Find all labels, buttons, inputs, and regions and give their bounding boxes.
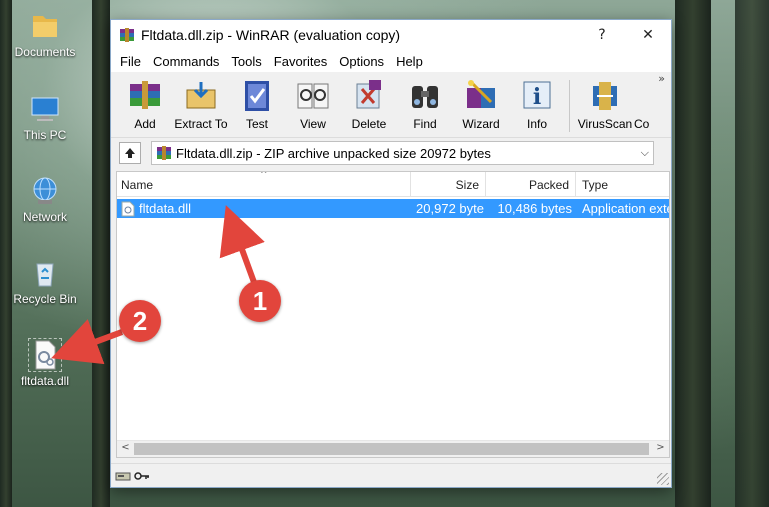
toolbar-separator: [569, 80, 570, 132]
info-icon: i: [519, 78, 555, 114]
extract-to-icon: [183, 78, 219, 114]
desktop-icon-network[interactable]: Network: [5, 175, 85, 224]
winrar-app-icon: [119, 27, 135, 43]
toolbar-find-button[interactable]: Find: [397, 76, 453, 131]
svg-text:i: i: [533, 84, 541, 110]
desktop-icon-label: fltdata.dll: [20, 374, 70, 388]
column-header-type[interactable]: Type: [576, 172, 669, 197]
column-header-size[interactable]: Size: [411, 172, 486, 197]
wizard-icon: [463, 78, 499, 114]
background-tree: [92, 0, 110, 507]
desktop-icon-documents[interactable]: Documents: [5, 10, 85, 59]
archive-path-combobox[interactable]: Fltdata.dll.zip - ZIP archive unpacked s…: [151, 141, 654, 165]
scroll-left-arrow-icon[interactable]: <: [117, 442, 134, 453]
menu-tools[interactable]: Tools: [225, 54, 267, 69]
horizontal-scrollbar[interactable]: < >: [117, 440, 669, 457]
winrar-window: Fltdata.dll.zip - WinRAR (evaluation cop…: [110, 19, 672, 488]
computer-icon: [29, 93, 61, 125]
folder-icon: [29, 10, 61, 42]
comment-icon: [634, 78, 650, 114]
annotation-badge-1: 1: [239, 280, 281, 322]
delete-icon: [351, 78, 387, 114]
background-tree: [0, 0, 12, 507]
find-icon: [407, 78, 443, 114]
toolbar-virusscan-button[interactable]: VirusScan: [576, 76, 634, 131]
menu-commands[interactable]: Commands: [147, 54, 225, 69]
table-row[interactable]: fltdata.dll 20,972 byte 10,486 bytes App…: [117, 199, 669, 218]
desktop-icon-label: Documents: [14, 45, 76, 59]
toolbar: Add Extract To Test View Delete Find Wiz…: [111, 72, 671, 138]
toolbar-delete-button[interactable]: Delete: [341, 76, 397, 131]
dll-file-icon: [28, 338, 62, 372]
title-bar[interactable]: Fltdata.dll.zip - WinRAR (evaluation cop…: [111, 20, 671, 50]
view-icon: [295, 78, 331, 114]
toolbar-test-button[interactable]: Test: [229, 76, 285, 131]
file-name-cell: fltdata.dll: [117, 201, 411, 217]
archive-path-text: Fltdata.dll.zip - ZIP archive unpacked s…: [176, 145, 491, 161]
file-size-cell: 20,972 byte: [416, 201, 484, 216]
desktop-icon-label: Recycle Bin: [13, 292, 77, 306]
up-arrow-icon: [125, 148, 135, 158]
desktop-icon-label: This PC: [23, 128, 67, 142]
file-packed-cell: 10,486 bytes: [497, 201, 572, 216]
status-bar: [111, 463, 671, 487]
desktop-icon-recycle-bin[interactable]: Recycle Bin: [5, 257, 85, 306]
file-list: ^ Name Size Packed Type fltdata.dll 20,9…: [116, 171, 670, 458]
menu-help[interactable]: Help: [390, 54, 429, 69]
desktop-icon-label: Network: [22, 210, 67, 224]
file-list-header: ^ Name Size Packed Type: [117, 172, 669, 197]
sort-ascending-icon: ^: [260, 171, 268, 180]
menu-bar: File Commands Tools Favorites Options He…: [111, 50, 671, 72]
toolbar-comment-button[interactable]: Co: [634, 76, 650, 131]
dll-file-icon: [121, 201, 135, 216]
scrollbar-thumb[interactable]: [134, 443, 649, 455]
desktop-icon-fltdata-dll[interactable]: fltdata.dll: [5, 338, 85, 388]
menu-options[interactable]: Options: [333, 54, 390, 69]
toolbar-view-button[interactable]: View: [285, 76, 341, 131]
test-icon: [239, 78, 275, 114]
desktop-icon-this-pc[interactable]: This PC: [5, 93, 85, 142]
background-tree: [735, 0, 769, 507]
toolbar-wizard-button[interactable]: Wizard: [453, 76, 509, 131]
up-one-level-button[interactable]: [119, 142, 141, 164]
column-header-packed[interactable]: Packed: [486, 172, 576, 197]
add-archive-icon: [127, 78, 163, 114]
address-bar: Fltdata.dll.zip - ZIP archive unpacked s…: [111, 138, 671, 168]
toolbar-overflow-chevron-icon[interactable]: »: [658, 72, 665, 85]
scroll-right-arrow-icon[interactable]: >: [652, 442, 669, 453]
background-tree: [675, 0, 711, 507]
drive-icon: [115, 472, 131, 480]
toolbar-info-button[interactable]: i Info: [509, 76, 565, 131]
recycle-bin-icon: [29, 257, 61, 289]
archive-icon: [157, 146, 171, 160]
window-title: Fltdata.dll.zip - WinRAR (evaluation cop…: [141, 27, 401, 43]
menu-file[interactable]: File: [114, 54, 147, 69]
toolbar-add-button[interactable]: Add: [117, 76, 173, 131]
resize-grip[interactable]: [657, 473, 669, 485]
chevron-down-icon[interactable]: ⌵: [641, 146, 649, 160]
key-icon: [134, 471, 149, 480]
virusscan-icon: [587, 78, 623, 114]
menu-favorites[interactable]: Favorites: [268, 54, 333, 69]
help-button[interactable]: ?: [579, 20, 625, 50]
close-button[interactable]: ✕: [625, 20, 671, 50]
toolbar-extract-to-button[interactable]: Extract To: [173, 76, 229, 131]
network-globe-icon: [29, 175, 61, 207]
file-type-cell: Application exte: [582, 201, 669, 216]
annotation-badge-2: 2: [119, 300, 161, 342]
